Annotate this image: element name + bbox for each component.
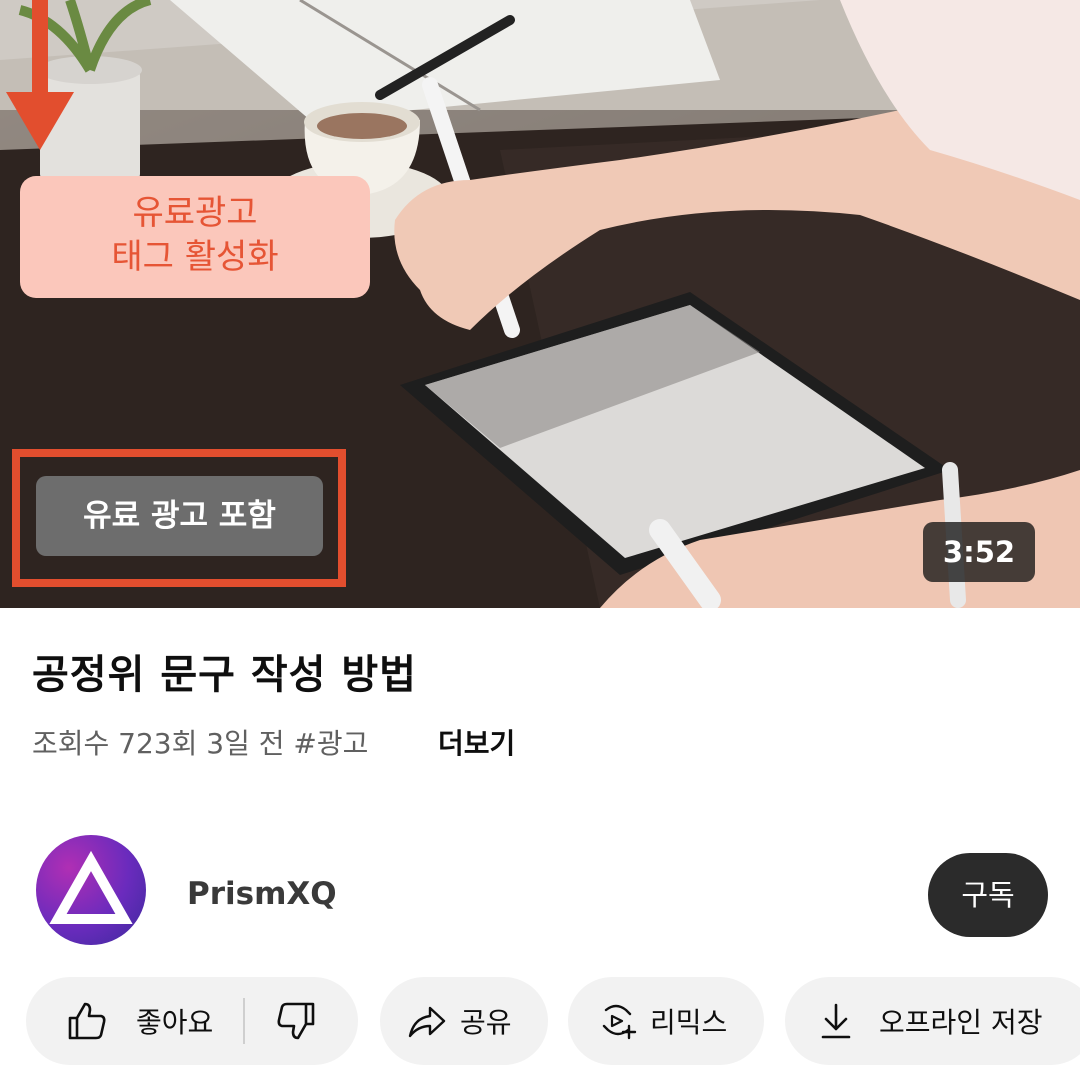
more-button[interactable]: 더보기 xyxy=(438,722,515,762)
callout-line-2: 태그 활성화 xyxy=(111,237,279,277)
like-dislike-chip: 좋아요 xyxy=(26,977,358,1065)
remix-button[interactable]: 리믹스 xyxy=(568,977,764,1065)
thumbs-up-icon[interactable] xyxy=(66,1000,108,1042)
channel-avatar[interactable] xyxy=(36,835,146,945)
like-divider xyxy=(243,998,246,1044)
annotation-callout: 유료광고 태그 활성화 xyxy=(20,176,370,298)
remix-icon xyxy=(602,1004,637,1040)
remix-label: 리믹스 xyxy=(650,1006,728,1039)
prism-logo-icon xyxy=(49,850,133,924)
annotation-arrow-icon xyxy=(6,0,74,150)
channel-name[interactable]: PrismXQ xyxy=(187,876,337,912)
share-arrow-icon xyxy=(408,1006,446,1038)
offline-save-label: 오프라인 저장 xyxy=(879,1006,1043,1039)
share-button[interactable]: 공유 xyxy=(380,977,548,1065)
video-meta: 조회수 723회 3일 전 #광고 xyxy=(32,727,369,760)
share-label: 공유 xyxy=(460,1006,512,1039)
video-duration: 3:52 xyxy=(923,522,1035,582)
thumbs-down-icon[interactable] xyxy=(275,1000,317,1042)
video-title: 공정위 문구 작성 방법 xyxy=(32,652,417,698)
paid-promotion-badge[interactable]: 유료 광고 포함 xyxy=(36,476,323,556)
video-thumbnail[interactable]: 유료광고 태그 활성화 유료 광고 포함 3:52 xyxy=(0,0,1080,608)
like-label[interactable]: 좋아요 xyxy=(136,1001,213,1041)
download-icon xyxy=(821,1003,851,1039)
subscribe-button[interactable]: 구독 xyxy=(928,853,1048,937)
callout-line-1: 유료광고 xyxy=(132,193,258,233)
offline-save-button[interactable]: 오프라인 저장 xyxy=(785,977,1080,1065)
